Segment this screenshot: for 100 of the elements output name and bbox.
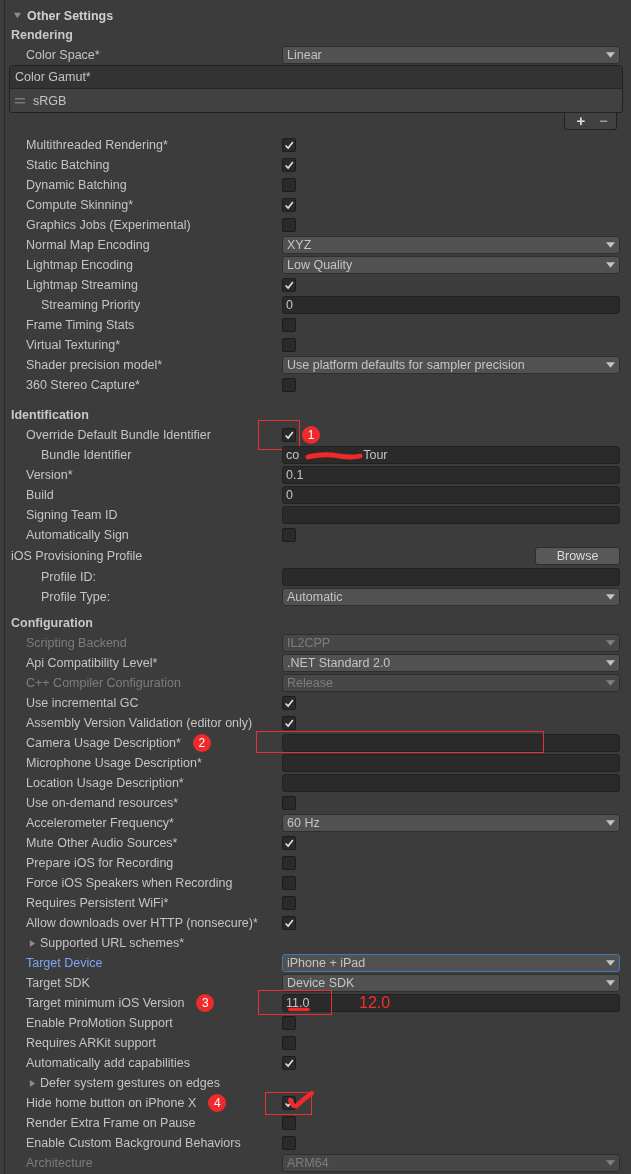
checkbox[interactable]	[282, 1136, 296, 1150]
setting-label: Virtual Texturing*	[26, 338, 121, 352]
handwritten-note: 12.0	[359, 994, 391, 1012]
input-field[interactable]	[282, 568, 620, 586]
section-heading: Configuration	[10, 615, 94, 632]
caret-icon	[606, 680, 615, 686]
caret-icon	[606, 52, 615, 58]
remove-button[interactable]: −	[599, 114, 608, 128]
list-title: Color Gamut*	[15, 70, 91, 84]
panel-title[interactable]: Other Settings	[27, 8, 114, 23]
setting-label: Multithreaded Rendering*	[26, 138, 168, 152]
setting-label: Use incremental GC	[26, 696, 139, 710]
section-heading: Identification	[10, 407, 90, 424]
setting-label: Render Extra Frame on Pause	[26, 1116, 196, 1130]
input-field[interactable]	[282, 754, 620, 772]
checkbox[interactable]	[282, 716, 296, 730]
input-field[interactable]	[282, 734, 620, 752]
dropdown[interactable]: Use platform defaults for sampler precision	[282, 356, 620, 374]
caret-icon	[606, 362, 615, 368]
setting-label: Enable ProMotion Support	[26, 1016, 173, 1030]
checkbox[interactable]	[282, 836, 296, 850]
input-field[interactable]: 0	[282, 296, 620, 314]
caret-icon	[606, 640, 615, 646]
setting-label: Dynamic Batching	[26, 178, 127, 192]
checkbox[interactable]	[282, 876, 296, 890]
checkbox[interactable]	[282, 278, 296, 292]
number-badge: 1	[302, 426, 320, 444]
checkbox[interactable]	[282, 796, 296, 810]
checkbox[interactable]	[282, 696, 296, 710]
input-field[interactable]	[282, 506, 620, 524]
setting-label: Camera Usage Description*	[26, 736, 181, 750]
checkbox[interactable]	[282, 218, 296, 232]
scribble-mark	[285, 1007, 313, 1012]
input-field[interactable]: 0	[282, 486, 620, 504]
setting-label: Automatically add capabilities	[26, 1056, 190, 1070]
dropdown[interactable]: .NET Standard 2.0	[282, 654, 620, 672]
checkbox[interactable]	[282, 138, 296, 152]
setting-label: Static Batching	[26, 158, 110, 172]
setting-label: Accelerometer Frequency*	[26, 816, 174, 830]
dropdown[interactable]: Low Quality	[282, 256, 620, 274]
setting-label: iOS Provisioning Profile	[11, 549, 143, 563]
dropdown[interactable]: XYZ	[282, 236, 620, 254]
setting-label: Override Default Bundle Identifier	[26, 428, 211, 442]
setting-label: Force iOS Speakers when Recording	[26, 876, 233, 890]
input-field[interactable]: 0.1	[282, 466, 620, 484]
checkbox[interactable]	[282, 916, 296, 930]
checkbox[interactable]	[282, 378, 296, 392]
setting-label: Microphone Usage Description*	[26, 756, 202, 770]
checkbox[interactable]	[282, 528, 296, 542]
number-badge: 4	[208, 1094, 227, 1112]
dropdown[interactable]: 60 Hz	[282, 814, 620, 832]
setting-label: Location Usage Description*	[26, 776, 184, 790]
foldout-label[interactable]: Supported URL schemes*	[40, 936, 185, 950]
list-item[interactable]: sRGB	[33, 93, 67, 108]
setting-label: Assembly Version Validation (editor only)	[26, 716, 253, 730]
setting-label: Prepare iOS for Recording	[26, 856, 174, 870]
caret-icon	[606, 660, 615, 666]
foldout-label[interactable]: Defer system gestures on edges	[40, 1076, 220, 1090]
checkbox[interactable]	[282, 896, 296, 910]
checkbox[interactable]	[282, 1016, 296, 1030]
caret-icon	[606, 1160, 615, 1166]
caret-icon	[606, 960, 615, 966]
checkbox[interactable]	[282, 178, 296, 192]
setting-label: Architecture	[26, 1156, 93, 1170]
checkbox[interactable]	[282, 318, 296, 332]
setting-label: Automatically Sign	[26, 528, 129, 542]
dropdown[interactable]: iPhone + iPad	[282, 954, 620, 972]
caret-icon	[606, 980, 615, 986]
setting-label: Target minimum iOS Version	[26, 996, 185, 1010]
browse-button[interactable]: Browse	[535, 547, 620, 565]
setting-label: Api Compatibility Level*	[26, 656, 158, 670]
checkbox[interactable]	[282, 1036, 296, 1050]
setting-label: Compute Skinning*	[26, 198, 133, 212]
checkbox[interactable]	[282, 158, 296, 172]
setting-label: Hide home button on iPhone X	[26, 1096, 197, 1110]
setting-label: Allow downloads over HTTP (nonsecure)*	[26, 916, 258, 930]
setting-label: 360 Stereo Capture*	[26, 378, 140, 392]
dropdown[interactable]: Device SDK	[282, 974, 620, 992]
setting-label: Normal Map Encoding	[26, 238, 150, 252]
input-field[interactable]: co Tour	[282, 446, 620, 464]
setting-label: Lightmap Streaming	[26, 278, 138, 292]
checkbox[interactable]	[282, 338, 296, 352]
checkbox[interactable]	[282, 1056, 296, 1070]
setting-label: Frame Timing Stats	[26, 318, 135, 332]
setting-label: Color Space*	[26, 48, 100, 62]
setting-label: Profile Type:	[41, 590, 111, 604]
add-button[interactable]: +	[576, 114, 586, 128]
checkbox[interactable]	[282, 428, 296, 442]
dropdown[interactable]: Linear	[282, 46, 620, 64]
caret-icon	[606, 820, 615, 826]
checkbox[interactable]	[282, 1116, 296, 1130]
checkbox[interactable]	[282, 198, 296, 212]
setting-label: Signing Team ID	[26, 508, 118, 522]
input-field[interactable]	[282, 774, 620, 792]
setting-label: Target SDK	[26, 976, 90, 990]
setting-label: Lightmap Encoding	[26, 258, 134, 272]
setting-label: Shader precision model*	[26, 358, 163, 372]
setting-label: Bundle Identifier	[41, 448, 132, 462]
checkbox[interactable]	[282, 856, 296, 870]
dropdown[interactable]: Automatic	[282, 588, 620, 606]
